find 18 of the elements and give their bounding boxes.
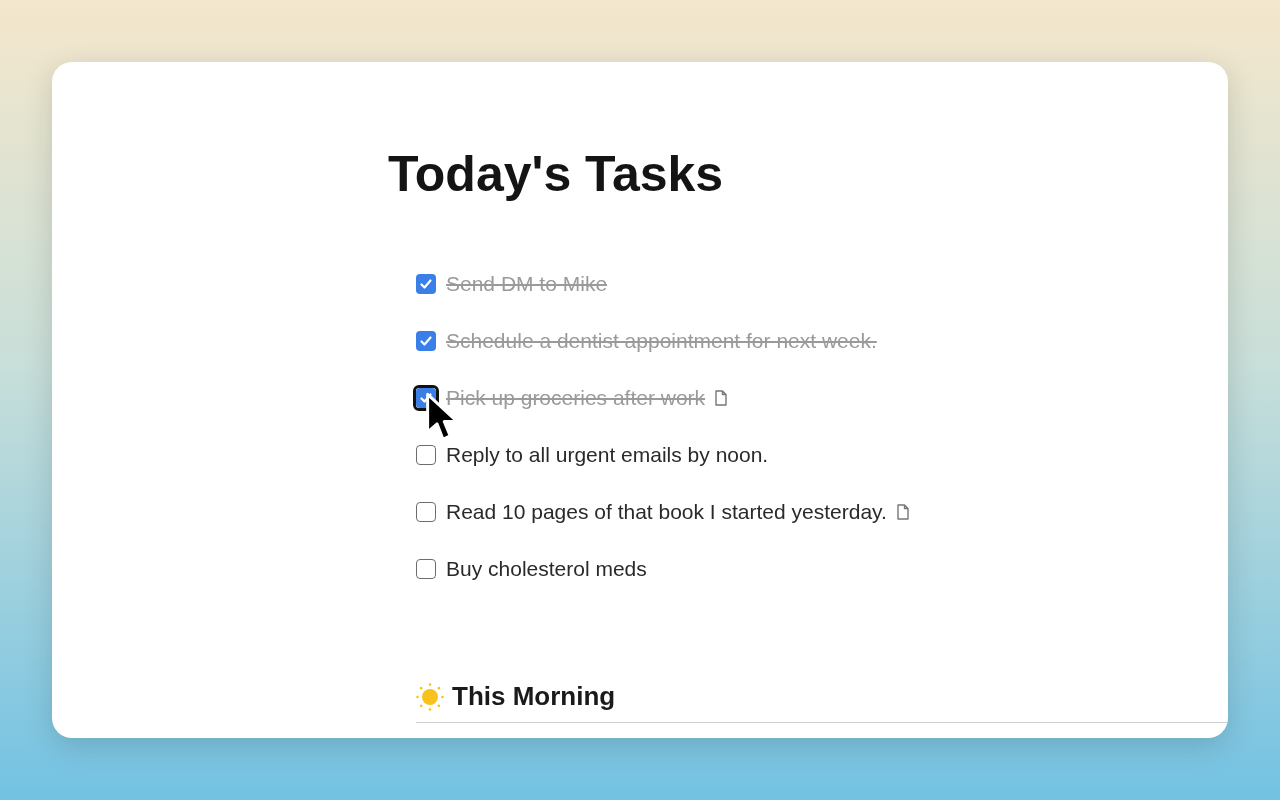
page-title: Today's Tasks <box>388 145 725 204</box>
sun-icon <box>416 682 444 711</box>
check-icon <box>419 334 433 348</box>
checkbox[interactable] <box>416 559 436 579</box>
task-text: Pick up groceries after work <box>446 386 706 410</box>
task-text: Reply to all urgent emails by noon. <box>446 443 769 467</box>
page-icon[interactable] <box>715 390 728 406</box>
checkbox[interactable] <box>416 331 436 351</box>
checkbox[interactable] <box>416 502 436 522</box>
check-icon <box>419 277 433 291</box>
section-heading: This Morning <box>452 681 616 712</box>
task-text: Schedule a dentist appointment for next week. <box>446 329 877 353</box>
task-text: Read 10 pages of that book I started yesterday. <box>446 500 887 524</box>
task-text: Send DM to Mike <box>446 272 608 296</box>
checkbox[interactable] <box>416 274 436 294</box>
page-icon[interactable] <box>896 504 909 520</box>
task-text: Buy cholesterol meds <box>446 557 647 581</box>
checkbox[interactable] <box>416 445 436 465</box>
